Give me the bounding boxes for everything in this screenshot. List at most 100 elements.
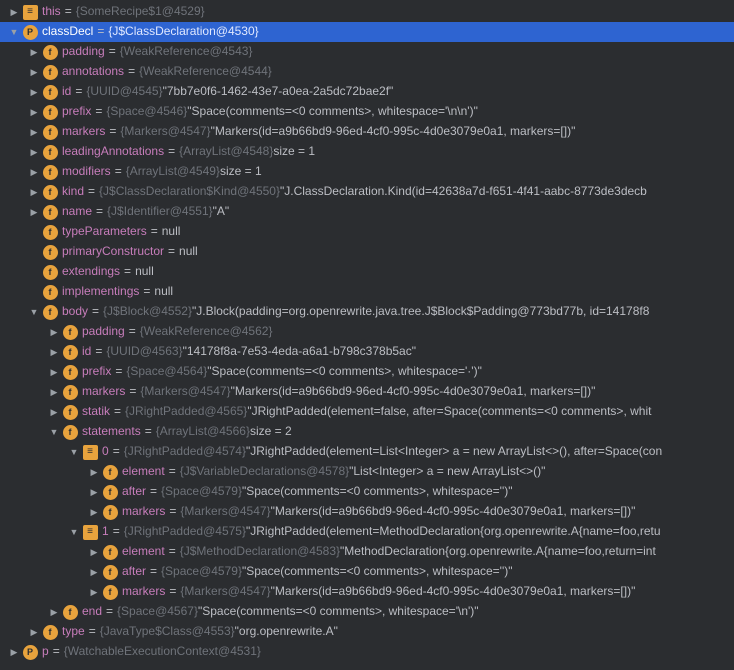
variable-name: end bbox=[82, 602, 102, 621]
tree-row[interactable]: ▶ftype={JavaType$Class@4553} "org.openre… bbox=[0, 622, 734, 642]
chevron-right-icon[interactable]: ▶ bbox=[46, 365, 62, 379]
chevron-right-icon[interactable]: ▶ bbox=[26, 105, 42, 119]
chevron-down-icon[interactable]: ▼ bbox=[66, 525, 82, 539]
tree-row[interactable]: ▼PclassDecl={J$ClassDeclaration@4530} bbox=[0, 22, 734, 42]
equals-sign: = bbox=[169, 502, 176, 521]
tree-row[interactable]: ▶≡this={SomeRecipe$1@4529} bbox=[0, 2, 734, 22]
tree-row[interactable]: ▶fid={UUID@4545} "7bb7e0f6-1462-43e7-a0e… bbox=[0, 82, 734, 102]
chevron-right-icon[interactable]: ▶ bbox=[46, 405, 62, 419]
tree-row[interactable]: ftypeParameters=null bbox=[0, 222, 734, 242]
variable-name: after bbox=[122, 482, 146, 501]
field-icon: f bbox=[42, 64, 58, 80]
tree-row[interactable]: ▶fprefix={Space@4564} "Space(comments=<0… bbox=[0, 362, 734, 382]
tree-row[interactable]: ▶fmarkers={Markers@4547} "Markers(id=a9b… bbox=[0, 582, 734, 602]
chevron-right-icon[interactable]: ▶ bbox=[86, 585, 102, 599]
tree-row[interactable]: ▶fname={J$Identifier@4551} "A" bbox=[0, 202, 734, 222]
variable-name: padding bbox=[82, 322, 125, 341]
tree-row[interactable]: ▶felement={J$VariableDeclarations@4578} … bbox=[0, 462, 734, 482]
tree-row[interactable]: ▼fstatements={ArrayList@4566} size = 2 bbox=[0, 422, 734, 442]
field-icon: f bbox=[62, 384, 78, 400]
equals-sign: = bbox=[169, 462, 176, 481]
tree-row[interactable]: fprimaryConstructor=null bbox=[0, 242, 734, 262]
object-reference: {Markers@4547} bbox=[180, 582, 270, 601]
tree-row[interactable]: ▶fid={UUID@4563} "14178f8a-7e53-4eda-a6a… bbox=[0, 342, 734, 362]
tree-row[interactable]: ▶fmarkers={Markers@4547} "Markers(id=a9b… bbox=[0, 382, 734, 402]
tree-row[interactable]: ▶fstatik={JRightPadded@4565} "JRightPadd… bbox=[0, 402, 734, 422]
equals-sign: = bbox=[89, 622, 96, 641]
chevron-down-icon[interactable]: ▼ bbox=[66, 445, 82, 459]
object-reference: {Space@4567} bbox=[117, 602, 198, 621]
tree-row[interactable]: ▶fmarkers={Markers@4547} "Markers(id=a9b… bbox=[0, 502, 734, 522]
chevron-right-icon[interactable]: ▶ bbox=[86, 545, 102, 559]
chevron-right-icon[interactable]: ▶ bbox=[46, 385, 62, 399]
list-item-icon: ≡ bbox=[82, 444, 98, 460]
variable-name: element bbox=[122, 462, 165, 481]
object-reference: {JRightPadded@4565} bbox=[125, 402, 247, 421]
variable-value: "Markers(id=a9b66bd9-96ed-4cf0-995c-4d0e… bbox=[231, 382, 596, 401]
debugger-variables-tree[interactable]: ▶≡this={SomeRecipe$1@4529}▼PclassDecl={J… bbox=[0, 0, 734, 664]
object-reference: {WeakReference@4544} bbox=[139, 62, 272, 81]
variable-name: implementings bbox=[62, 282, 139, 301]
tree-row[interactable]: ▶fprefix={Space@4546} "Space(comments=<0… bbox=[0, 102, 734, 122]
chevron-right-icon[interactable]: ▶ bbox=[26, 205, 42, 219]
tree-row[interactable]: ▶fafter={Space@4579} "Space(comments=<0 … bbox=[0, 562, 734, 582]
tree-row[interactable]: fimplementings=null bbox=[0, 282, 734, 302]
tree-row[interactable]: ▶Pp={WatchableExecutionContext@4531} bbox=[0, 642, 734, 662]
tree-row[interactable]: ▶fmodifiers={ArrayList@4549} size = 1 bbox=[0, 162, 734, 182]
chevron-right-icon[interactable]: ▶ bbox=[26, 85, 42, 99]
tree-row[interactable]: ▶fleadingAnnotations={ArrayList@4548} si… bbox=[0, 142, 734, 162]
object-reference: {Space@4579} bbox=[161, 562, 242, 581]
field-icon: f bbox=[102, 564, 118, 580]
equals-sign: = bbox=[114, 402, 121, 421]
object-reference: {J$VariableDeclarations@4578} bbox=[180, 462, 349, 481]
chevron-right-icon[interactable]: ▶ bbox=[26, 625, 42, 639]
chevron-down-icon[interactable]: ▼ bbox=[26, 305, 42, 319]
field-icon: f bbox=[62, 424, 78, 440]
variable-name: annotations bbox=[62, 62, 124, 81]
chevron-right-icon[interactable]: ▶ bbox=[6, 5, 22, 19]
chevron-right-icon[interactable]: ▶ bbox=[6, 645, 22, 659]
chevron-right-icon[interactable]: ▶ bbox=[46, 325, 62, 339]
chevron-right-icon[interactable]: ▶ bbox=[46, 345, 62, 359]
tree-row[interactable]: ▶fpadding={WeakReference@4562} bbox=[0, 322, 734, 342]
tree-row[interactable]: fextendings=null bbox=[0, 262, 734, 282]
chevron-right-icon[interactable]: ▶ bbox=[86, 485, 102, 499]
chevron-right-icon[interactable]: ▶ bbox=[86, 505, 102, 519]
chevron-right-icon[interactable]: ▶ bbox=[86, 465, 102, 479]
equals-sign: = bbox=[109, 122, 116, 141]
chevron-down-icon[interactable]: ▼ bbox=[6, 25, 22, 39]
chevron-right-icon[interactable]: ▶ bbox=[26, 165, 42, 179]
chevron-right-icon[interactable]: ▶ bbox=[46, 605, 62, 619]
tree-row[interactable]: ▼fbody={J$Block@4552} "J.Block(padding=o… bbox=[0, 302, 734, 322]
equals-sign: = bbox=[75, 82, 82, 101]
object-reference: {Space@4579} bbox=[161, 482, 242, 501]
chevron-right-icon[interactable]: ▶ bbox=[86, 565, 102, 579]
tree-row[interactable]: ▶fannotations={WeakReference@4544} bbox=[0, 62, 734, 82]
variable-name: classDecl bbox=[42, 22, 93, 41]
variable-value: size = 1 bbox=[220, 162, 262, 181]
tree-row[interactable]: ▶felement={J$MethodDeclaration@4583} "Me… bbox=[0, 542, 734, 562]
tree-row[interactable]: ▶fpadding={WeakReference@4543} bbox=[0, 42, 734, 62]
field-icon: f bbox=[42, 144, 58, 160]
field-icon: f bbox=[102, 584, 118, 600]
tree-row[interactable]: ▼≡1={JRightPadded@4575} "JRightPadded(el… bbox=[0, 522, 734, 542]
tree-row[interactable]: ▼≡0={JRightPadded@4574} "JRightPadded(el… bbox=[0, 442, 734, 462]
property-icon: P bbox=[22, 24, 38, 40]
tree-row[interactable]: ▶fafter={Space@4579} "Space(comments=<0 … bbox=[0, 482, 734, 502]
chevron-right-icon[interactable]: ▶ bbox=[26, 185, 42, 199]
chevron-right-icon[interactable]: ▶ bbox=[26, 145, 42, 159]
object-reference: {SomeRecipe$1@4529} bbox=[76, 2, 205, 21]
tree-row[interactable]: ▶fkind={J$ClassDeclaration$Kind@4550} "J… bbox=[0, 182, 734, 202]
variable-name: markers bbox=[62, 122, 105, 141]
equals-sign: = bbox=[113, 522, 120, 541]
object-reference: {Space@4546} bbox=[106, 102, 187, 121]
tree-row[interactable]: ▶fend={Space@4567} "Space(comments=<0 co… bbox=[0, 602, 734, 622]
field-icon: f bbox=[102, 464, 118, 480]
variable-value: "14178f8a-7e53-4eda-a6a1-b798c378b5ac" bbox=[183, 342, 416, 361]
tree-row[interactable]: ▶fmarkers={Markers@4547} "Markers(id=a9b… bbox=[0, 122, 734, 142]
chevron-right-icon[interactable]: ▶ bbox=[26, 65, 42, 79]
variable-name: leadingAnnotations bbox=[62, 142, 164, 161]
chevron-right-icon[interactable]: ▶ bbox=[26, 45, 42, 59]
chevron-down-icon[interactable]: ▼ bbox=[46, 425, 62, 439]
chevron-right-icon[interactable]: ▶ bbox=[26, 125, 42, 139]
